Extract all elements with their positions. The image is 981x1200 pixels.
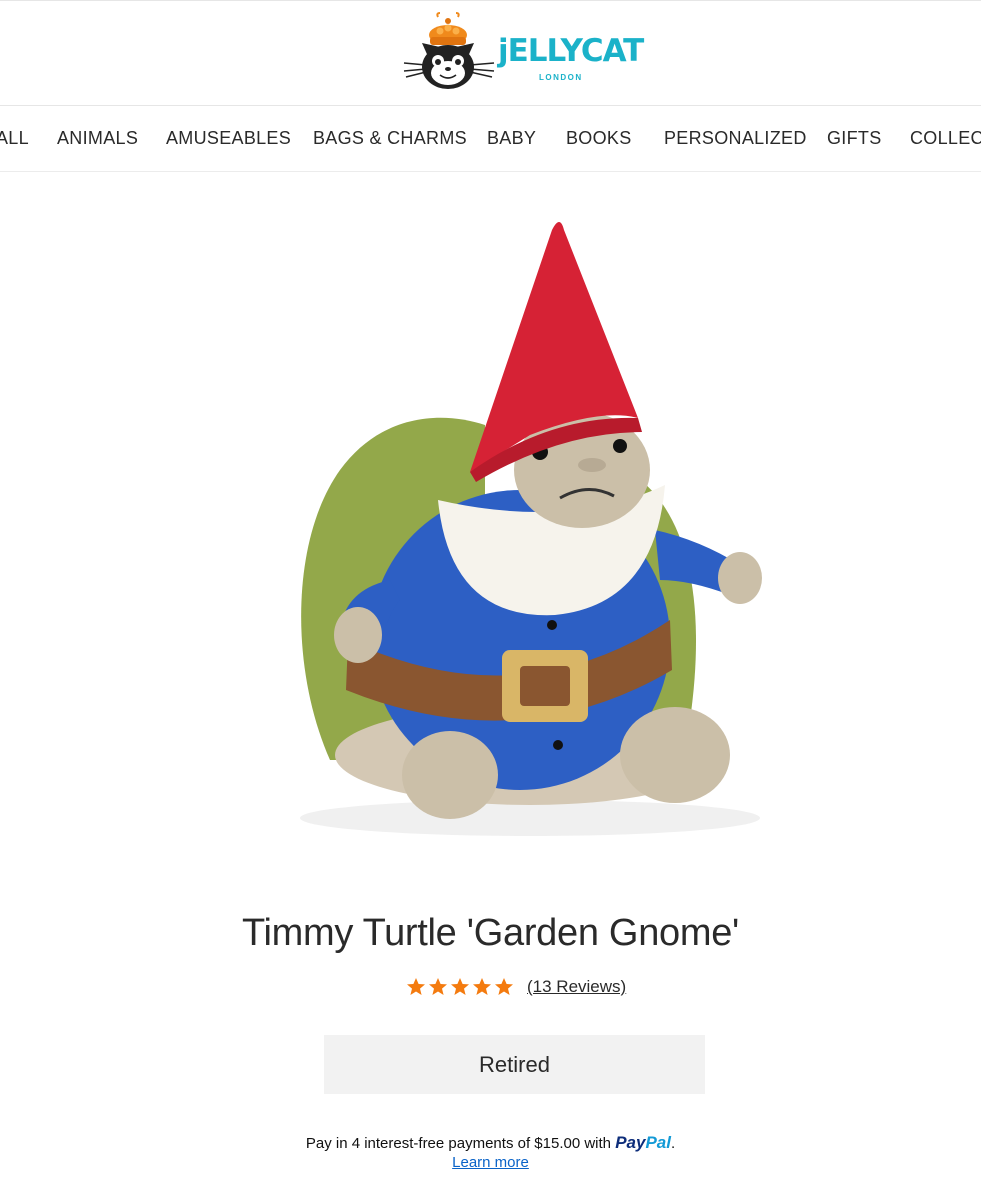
nav-item-gifts[interactable]: GIFTS <box>827 128 882 149</box>
cat-logo-icon <box>403 12 495 89</box>
star-icon <box>429 978 447 995</box>
rating-row: (13 Reviews) <box>406 975 626 999</box>
star-icon <box>451 978 469 995</box>
nav-item-amuseables[interactable]: AMUSEABLES <box>166 128 291 149</box>
brand-name: jELLYCAT <box>498 33 644 69</box>
jellycat-logo[interactable]: jELLYCAT LONDON <box>400 11 644 91</box>
brand-sub: LONDON <box>539 73 583 82</box>
learn-more-row: Learn more <box>0 1154 981 1171</box>
main-nav: ALL ANIMALS AMUSEABLES BAGS & CHARMS BAB… <box>0 106 981 172</box>
retired-status-button[interactable]: Retired <box>324 1035 705 1094</box>
nav-item-baby[interactable]: BABY <box>487 128 536 149</box>
learn-more-link[interactable]: Learn more <box>452 1154 529 1171</box>
site-header: jELLYCAT LONDON <box>0 0 981 106</box>
product-title: Timmy Turtle 'Garden Gnome' <box>241 912 740 954</box>
reviews-link[interactable]: (13 Reviews) <box>527 977 626 997</box>
paypal-period: . <box>670 1135 676 1152</box>
nav-item-all[interactable]: ALL <box>0 128 29 149</box>
paypal-logo-a: Pay <box>615 1133 646 1152</box>
product-image[interactable] <box>270 200 790 860</box>
paypal-logo: PayPal <box>615 1133 671 1152</box>
nav-item-bags-charms[interactable]: BAGS & CHARMS <box>313 128 467 149</box>
paypal-text: Pay in 4 interest-free payments of $15.0… <box>305 1135 612 1152</box>
nav-item-collect[interactable]: COLLECT <box>910 128 981 149</box>
star-icon <box>407 978 425 995</box>
paypal-message: Pay in 4 interest-free payments of $15.0… <box>0 1133 981 1153</box>
nav-item-personalized[interactable]: PERSONALIZED <box>664 128 807 149</box>
star-icon <box>495 978 513 995</box>
nav-item-books[interactable]: BOOKS <box>566 128 632 149</box>
nav-item-animals[interactable]: ANIMALS <box>57 128 138 149</box>
star-icon <box>473 978 491 995</box>
paypal-logo-b: Pal <box>645 1133 671 1152</box>
star-rating <box>406 977 514 997</box>
